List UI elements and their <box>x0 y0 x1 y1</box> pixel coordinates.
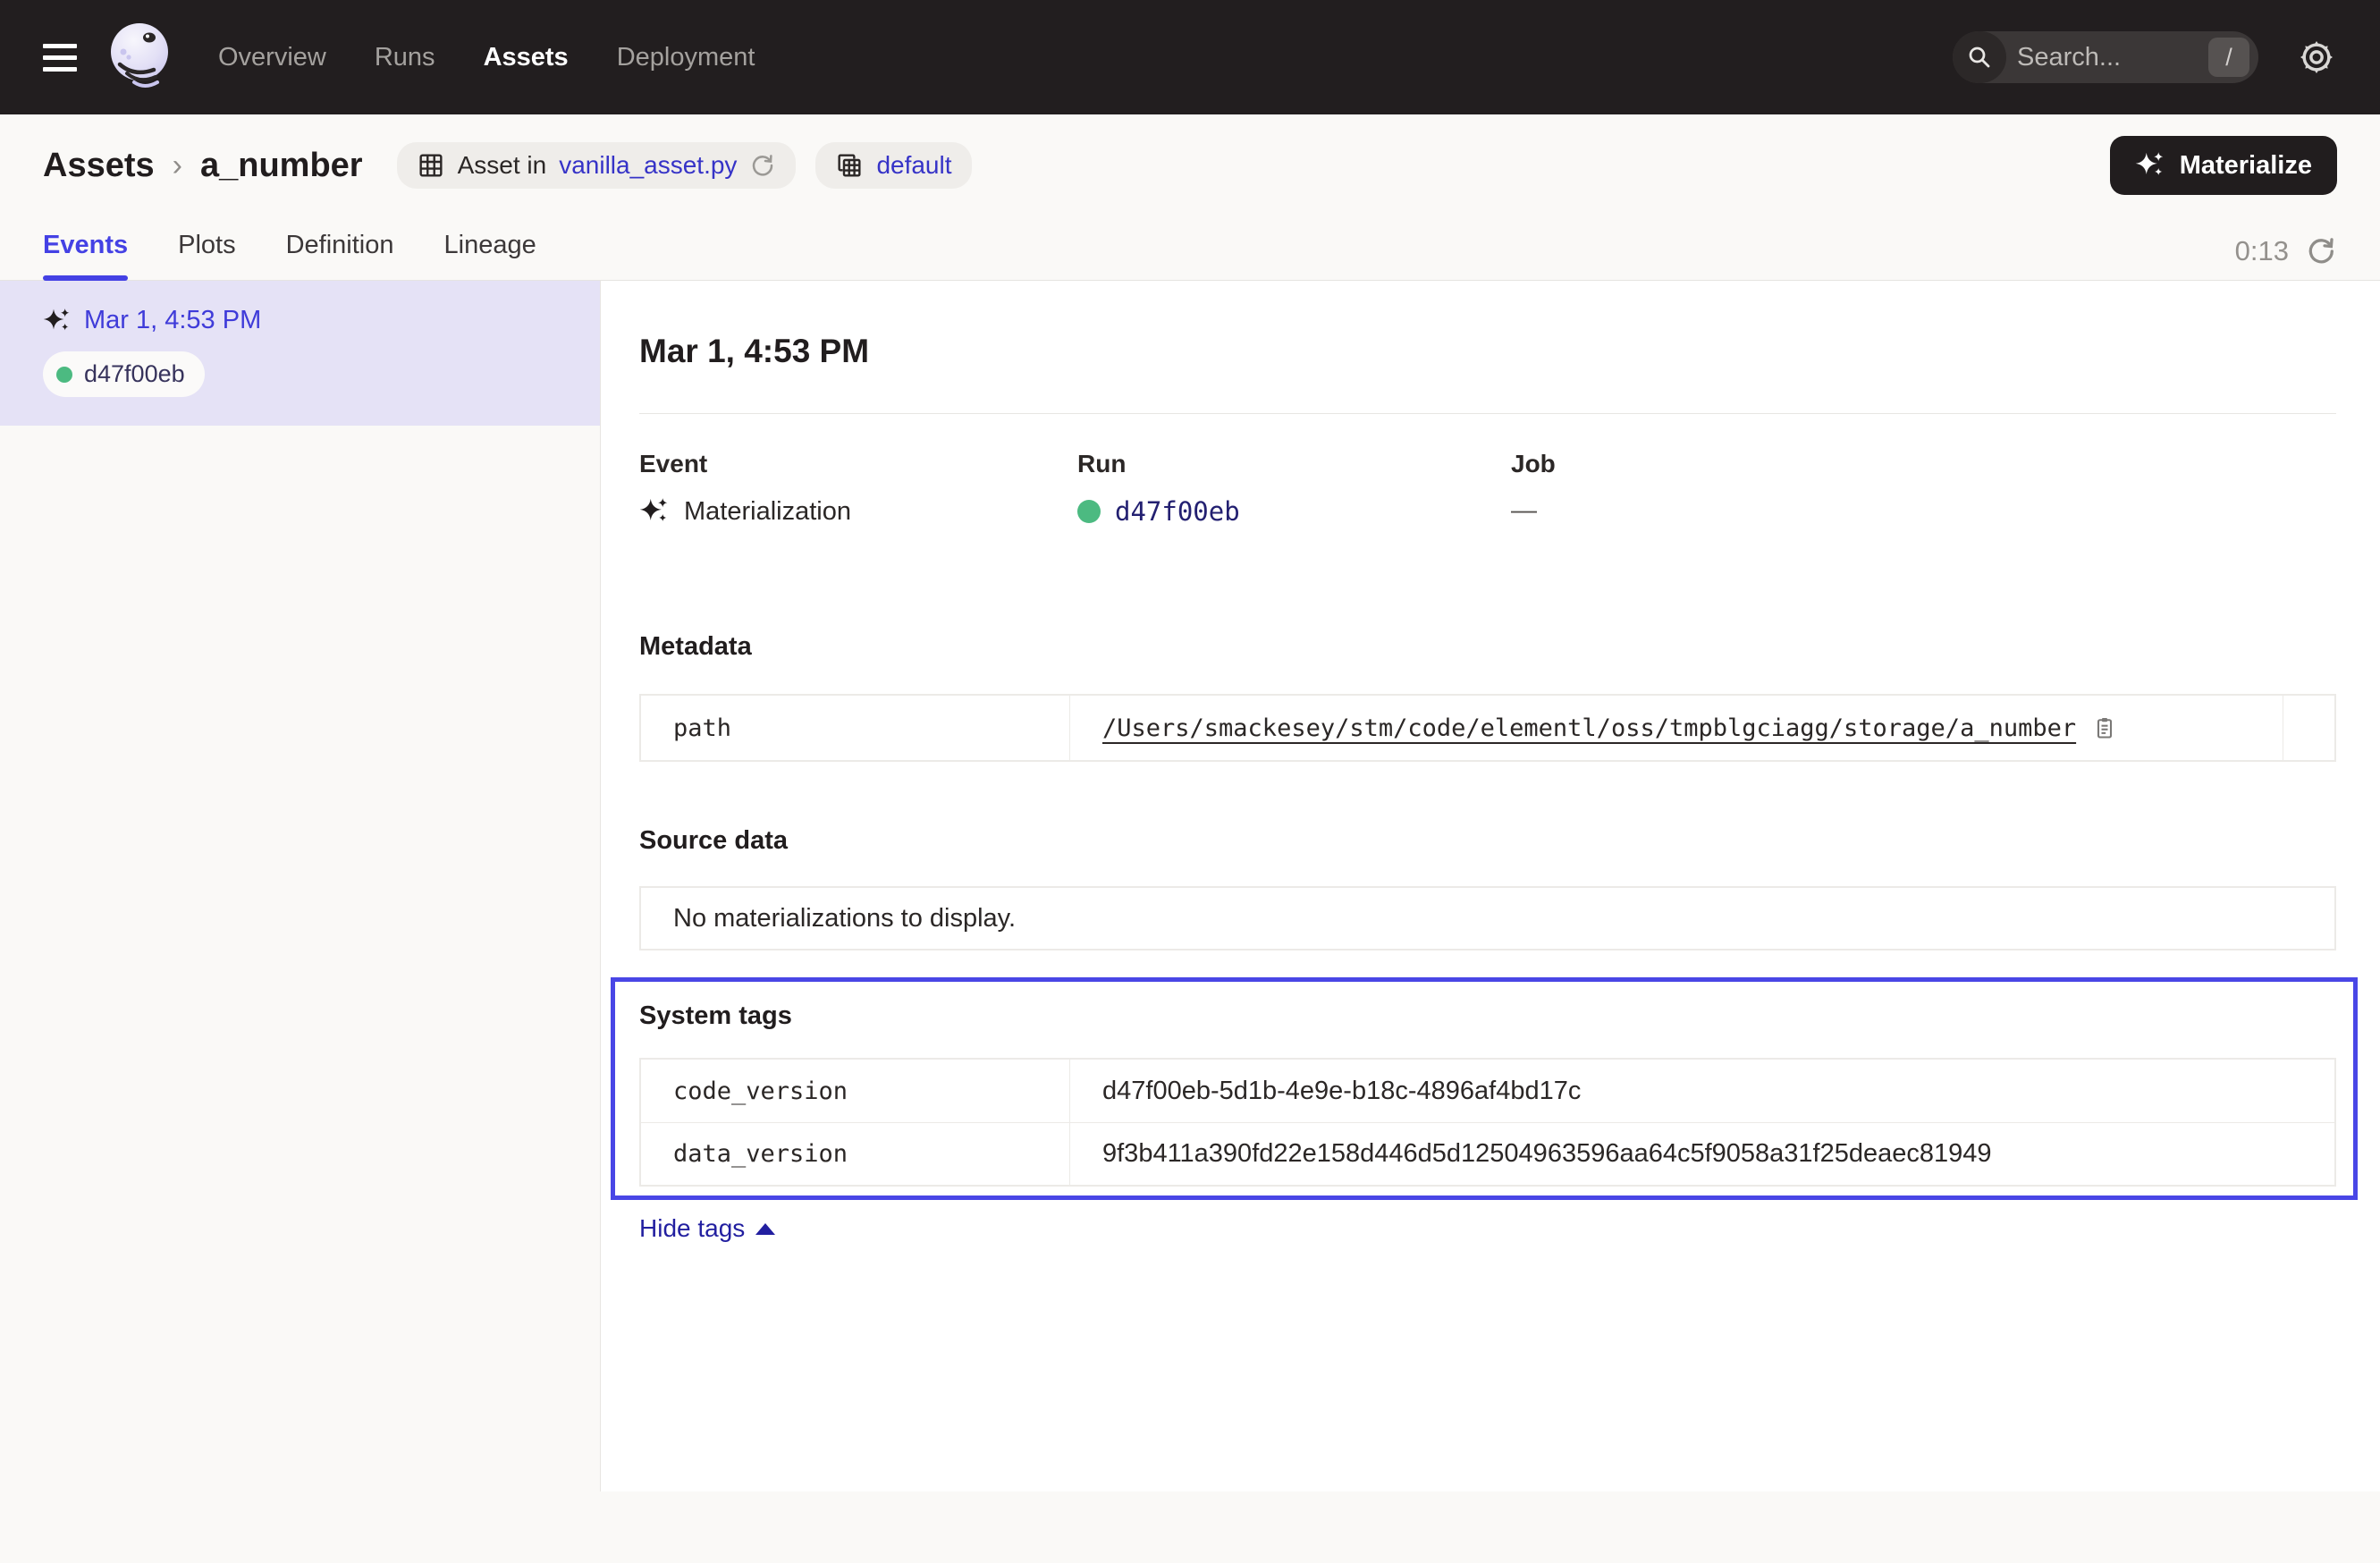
page-title: a_number <box>200 147 363 185</box>
nav-item-overview[interactable]: Overview <box>218 43 326 72</box>
sparkle-icon <box>2135 150 2165 181</box>
asset-definition-chip[interactable]: Asset in vanilla_asset.py <box>397 142 797 189</box>
event-detail-panel: Mar 1, 4:53 PM Event Materialization <box>601 281 2380 1491</box>
tab-lineage[interactable]: Lineage <box>444 231 536 280</box>
event-list-item[interactable]: Mar 1, 4:53 PM d47f00eb <box>0 281 600 426</box>
nav-item-deployment[interactable]: Deployment <box>617 43 755 72</box>
run-id-badge[interactable]: d47f00eb <box>43 351 205 397</box>
hide-tags-label: Hide tags <box>639 1214 745 1243</box>
event-timestamp-link[interactable]: Mar 1, 4:53 PM <box>84 306 261 335</box>
run-id-label: d47f00eb <box>84 360 185 388</box>
job-column: Job — <box>1511 450 2336 527</box>
search-icon <box>1953 31 2006 83</box>
divider <box>639 413 2336 414</box>
metadata-title: Metadata <box>639 632 2336 662</box>
system-tags-section-highlighted: System tags code_version d47f00eb-5d1b-4… <box>611 977 2358 1200</box>
materialize-button[interactable]: Materialize <box>2110 136 2337 195</box>
materialization-sparkle-icon <box>43 307 72 335</box>
table-row: path /Users/smackesey/stm/code/elementl/… <box>641 696 2334 760</box>
event-title: Mar 1, 4:53 PM <box>639 333 2336 370</box>
empty-message: No materializations to display. <box>673 904 1016 934</box>
materialization-sparkle-icon <box>639 496 670 527</box>
caret-up-icon <box>755 1223 775 1235</box>
source-data-title: Source data <box>639 826 2336 856</box>
stacked-grid-icon <box>835 151 864 180</box>
breadcrumb: Assets › a_number <box>43 147 363 185</box>
grid-table-icon <box>417 151 445 180</box>
dagster-logo-icon[interactable] <box>107 21 172 93</box>
event-label: Event <box>639 450 1077 478</box>
event-column: Event Materialization <box>639 450 1077 527</box>
run-status-dot <box>1077 500 1101 523</box>
hamburger-menu-icon[interactable] <box>43 44 77 72</box>
code-location-chip[interactable]: default <box>815 142 971 189</box>
tag-value: d47f00eb-5d1b-4e9e-b18c-4896af4bd17c <box>1102 1077 1581 1106</box>
hide-tags-link[interactable]: Hide tags <box>639 1214 775 1243</box>
asset-file-link[interactable]: vanilla_asset.py <box>559 151 737 180</box>
settings-gear-icon[interactable] <box>2296 37 2337 78</box>
nav-item-runs[interactable]: Runs <box>375 43 435 72</box>
metadata-key: path <box>641 696 1070 760</box>
system-tags-table: code_version d47f00eb-5d1b-4e9e-b18c-489… <box>639 1058 2336 1187</box>
tab-events[interactable]: Events <box>43 231 128 280</box>
metadata-path-link[interactable]: /Users/smackesey/stm/code/elementl/oss/t… <box>1102 714 2076 742</box>
tag-value: 9f3b411a390fd22e158d446d5d12504963596aa6… <box>1102 1139 1992 1169</box>
nav-item-assets[interactable]: Assets <box>484 43 569 72</box>
copy-clipboard-icon[interactable] <box>2092 715 2117 740</box>
table-row: data_version 9f3b411a390fd22e158d446d5d1… <box>641 1122 2334 1185</box>
page-header: Assets › a_number Asset in vanilla_asset… <box>0 114 2380 195</box>
search-box[interactable]: / <box>1953 31 2258 83</box>
event-type-value: Materialization <box>684 497 851 527</box>
tag-key: data_version <box>641 1123 1070 1185</box>
search-input[interactable] <box>2006 43 2208 72</box>
metadata-table: path /Users/smackesey/stm/code/elementl/… <box>639 694 2336 762</box>
tag-key: code_version <box>641 1060 1070 1122</box>
refresh-countdown: 0:13 <box>2235 235 2289 267</box>
metadata-actions-cell <box>2283 696 2334 760</box>
system-tags-title: System tags <box>639 1001 2336 1031</box>
primary-nav: Overview Runs Assets Deployment <box>218 43 755 72</box>
job-empty-value: — <box>1511 496 1537 526</box>
code-location-link[interactable]: default <box>876 151 951 180</box>
run-status-dot <box>56 367 72 383</box>
source-data-section: Source data No materializations to displ… <box>639 826 2336 950</box>
asset-tabs: Events Plots Definition Lineage 0:13 <box>0 222 2380 281</box>
breadcrumb-assets-link[interactable]: Assets <box>43 147 155 185</box>
run-label: Run <box>1077 450 1511 478</box>
run-id-link[interactable]: d47f00eb <box>1115 496 1240 527</box>
top-nav: Overview Runs Assets Deployment / <box>0 0 2380 114</box>
tab-definition[interactable]: Definition <box>286 231 394 280</box>
run-column: Run d47f00eb <box>1077 450 1511 527</box>
breadcrumb-chevron-icon: › <box>173 148 182 183</box>
source-data-empty-state: No materializations to display. <box>639 886 2336 950</box>
asset-chip-prefix: Asset in <box>458 151 547 180</box>
job-label: Job <box>1511 450 2336 478</box>
metadata-section: Metadata path /Users/smackesey/stm/code/… <box>639 632 2336 762</box>
events-sidebar: Mar 1, 4:53 PM d47f00eb <box>0 281 601 1491</box>
table-row: code_version d47f00eb-5d1b-4e9e-b18c-489… <box>641 1060 2334 1122</box>
materialize-button-label: Materialize <box>2180 151 2312 181</box>
refresh-icon[interactable] <box>2305 235 2337 267</box>
search-shortcut-key: / <box>2208 38 2249 77</box>
reload-icon[interactable] <box>749 152 776 179</box>
tab-plots[interactable]: Plots <box>178 231 235 280</box>
